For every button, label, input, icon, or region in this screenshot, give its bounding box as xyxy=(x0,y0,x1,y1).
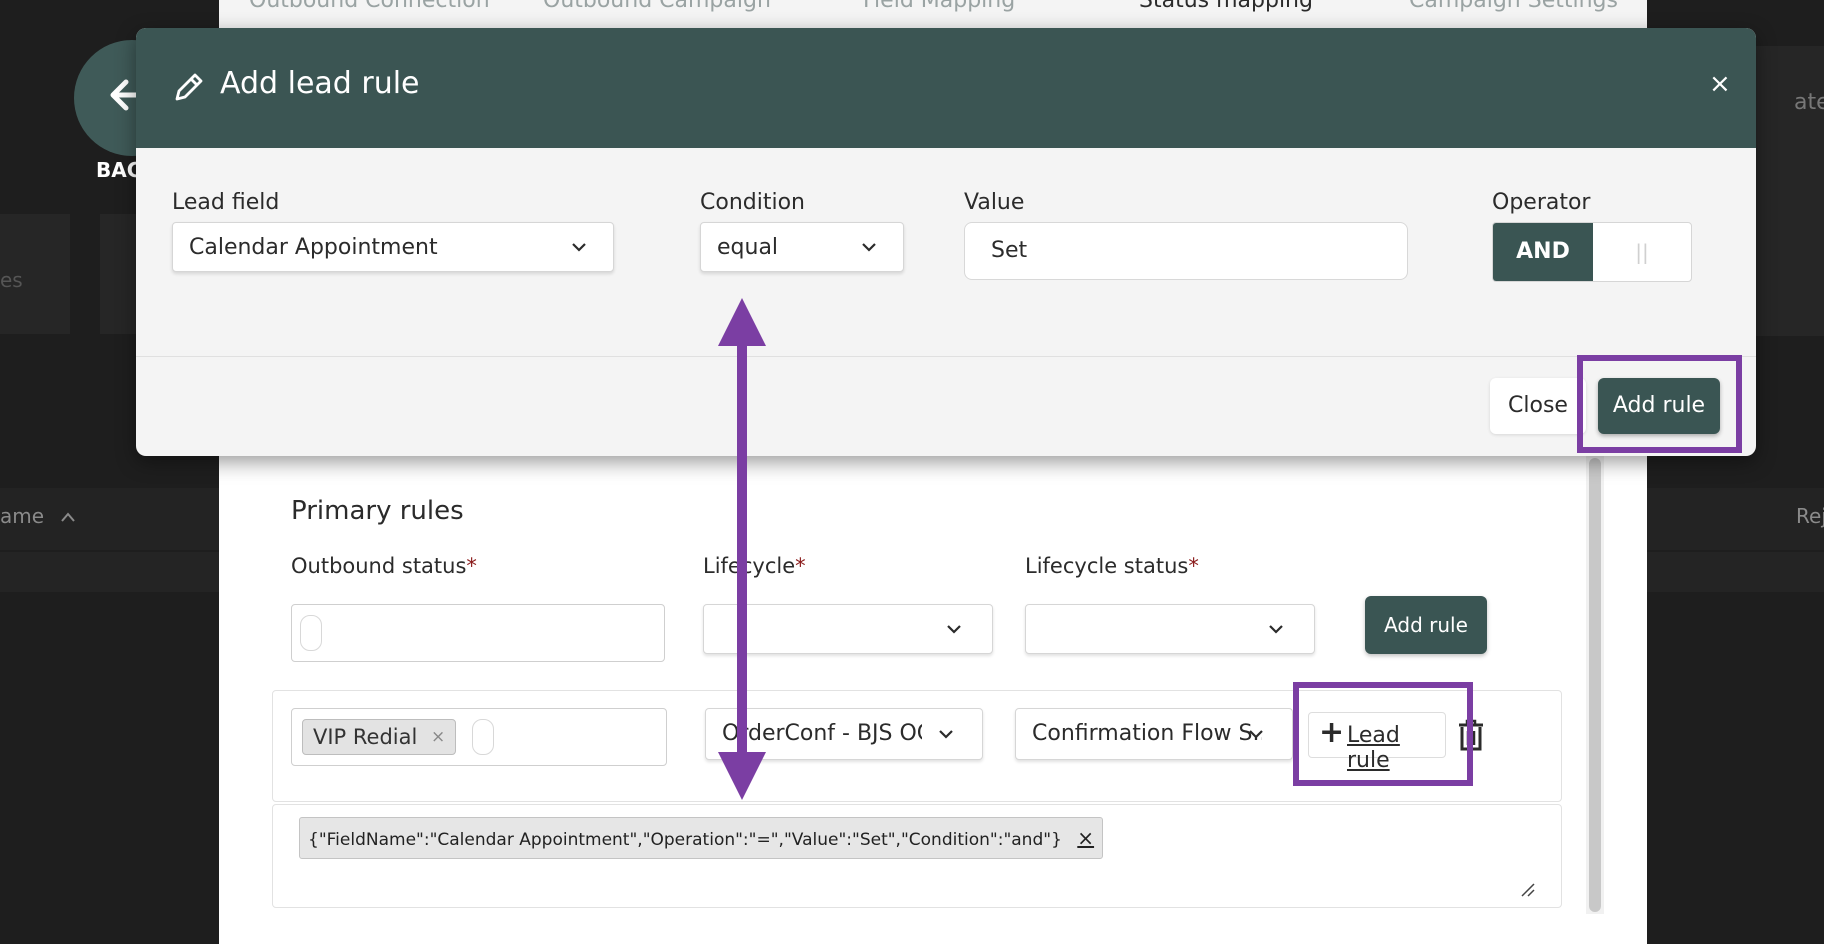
lead-rule-remove-icon[interactable]: × xyxy=(1077,826,1094,850)
condition-label: Condition xyxy=(700,190,805,215)
add-lead-rule-modal: Add lead rule × Lead field Condition Val… xyxy=(136,28,1756,456)
sort-up-icon xyxy=(61,512,76,522)
modal-header: Add lead rule × xyxy=(136,28,1756,148)
chevron-down-icon xyxy=(1249,730,1263,739)
lifecycle-status-select[interactable] xyxy=(1025,604,1315,654)
rule-lifecycle-status-value: Confirmation Flow S... xyxy=(1032,721,1262,746)
input-cursor-pill xyxy=(472,719,494,755)
tab-outbound-campaign[interactable]: Outbound Campaign xyxy=(543,0,771,13)
tabs-row: Outbound Connection Outbound Campaign Fi… xyxy=(219,0,1647,30)
lifecycle-select[interactable] xyxy=(703,604,993,654)
lead-rule-chip: {"FieldName":"Calendar Appointment","Ope… xyxy=(299,817,1104,859)
lead-field-label: Lead field xyxy=(172,190,280,215)
close-icon[interactable]: × xyxy=(1709,71,1733,97)
right-column-header: Rej xyxy=(1796,504,1824,528)
tab-campaign-settings[interactable]: Campaign Settings xyxy=(1409,0,1618,13)
lead-field-value: Calendar Appointment xyxy=(189,235,438,260)
rule-lifecycle-value: OrderConf - BJS OC xyxy=(722,721,922,746)
rule-lifecycle-select[interactable]: OrderConf - BJS OC xyxy=(705,708,983,760)
chevron-down-icon xyxy=(947,625,961,634)
lead-field-select[interactable]: Calendar Appointment xyxy=(172,222,614,272)
lead-rule-json: {"FieldName":"Calendar Appointment","Ope… xyxy=(308,830,1062,850)
operator-label: Operator xyxy=(1492,190,1591,215)
tag-remove-icon[interactable]: × xyxy=(431,727,445,747)
chevron-down-icon xyxy=(862,243,876,252)
status-tag-chip: VIP Redial × xyxy=(302,719,456,755)
lead-rule-button[interactable]: + Lead rule xyxy=(1308,712,1446,773)
lead-rule-label: Lead rule xyxy=(1347,723,1400,773)
resize-handle-icon[interactable] xyxy=(1519,881,1535,897)
outbound-status-input[interactable] xyxy=(291,604,665,662)
table-row-right xyxy=(1647,552,1824,592)
close-button[interactable]: Close xyxy=(1490,378,1586,434)
tab-status-mapping[interactable]: Status mapping xyxy=(1139,0,1313,13)
right-partial-text: ate xyxy=(1794,90,1824,115)
lead-rules-box[interactable]: {"FieldName":"Calendar Appointment","Ope… xyxy=(272,804,1562,908)
modal-divider xyxy=(136,356,1756,357)
input-cursor-pill xyxy=(300,615,322,651)
primary-rules-title: Primary rules xyxy=(291,496,464,526)
trash-icon[interactable] xyxy=(1456,718,1486,752)
value-label: Value xyxy=(964,190,1025,215)
value-input[interactable]: Set xyxy=(964,222,1408,280)
tab-outbound-connection[interactable]: Outbound Connection xyxy=(249,0,490,13)
operator-toggle[interactable]: AND || xyxy=(1492,222,1692,282)
rule-lifecycle-status-select[interactable]: Confirmation Flow S... xyxy=(1015,708,1293,760)
chevron-down-icon xyxy=(572,243,586,252)
modal-title: Add lead rule xyxy=(220,66,420,101)
left-partial-text: es xyxy=(0,268,23,292)
lifecycle-label: Lifecycle* xyxy=(703,554,806,578)
pencil-icon xyxy=(175,73,203,101)
modal-add-rule-button[interactable]: Add rule xyxy=(1598,378,1720,434)
condition-select[interactable]: equal xyxy=(700,222,904,272)
rule-outbound-status-input[interactable]: VIP Redial × xyxy=(291,708,667,766)
table-row-left xyxy=(0,552,219,592)
outbound-status-label: Outbound status* xyxy=(291,554,477,578)
value-text: Set xyxy=(991,238,1028,263)
plus-icon: + xyxy=(1319,715,1345,750)
operator-or-option[interactable]: || xyxy=(1593,223,1691,281)
column-name-header[interactable]: ame xyxy=(0,504,76,528)
chevron-down-icon xyxy=(939,730,953,739)
back-label: BAC xyxy=(96,158,142,182)
lifecycle-status-label: Lifecycle status* xyxy=(1025,554,1199,578)
chevron-down-icon xyxy=(1269,625,1283,634)
operator-and-option[interactable]: AND xyxy=(1493,223,1593,281)
scrollbar-thumb[interactable] xyxy=(1589,458,1601,912)
add-rule-button[interactable]: Add rule xyxy=(1365,596,1487,654)
tab-field-mapping[interactable]: Field Mapping xyxy=(863,0,1015,13)
condition-value: equal xyxy=(717,235,779,260)
status-tag-label: VIP Redial xyxy=(313,725,418,749)
